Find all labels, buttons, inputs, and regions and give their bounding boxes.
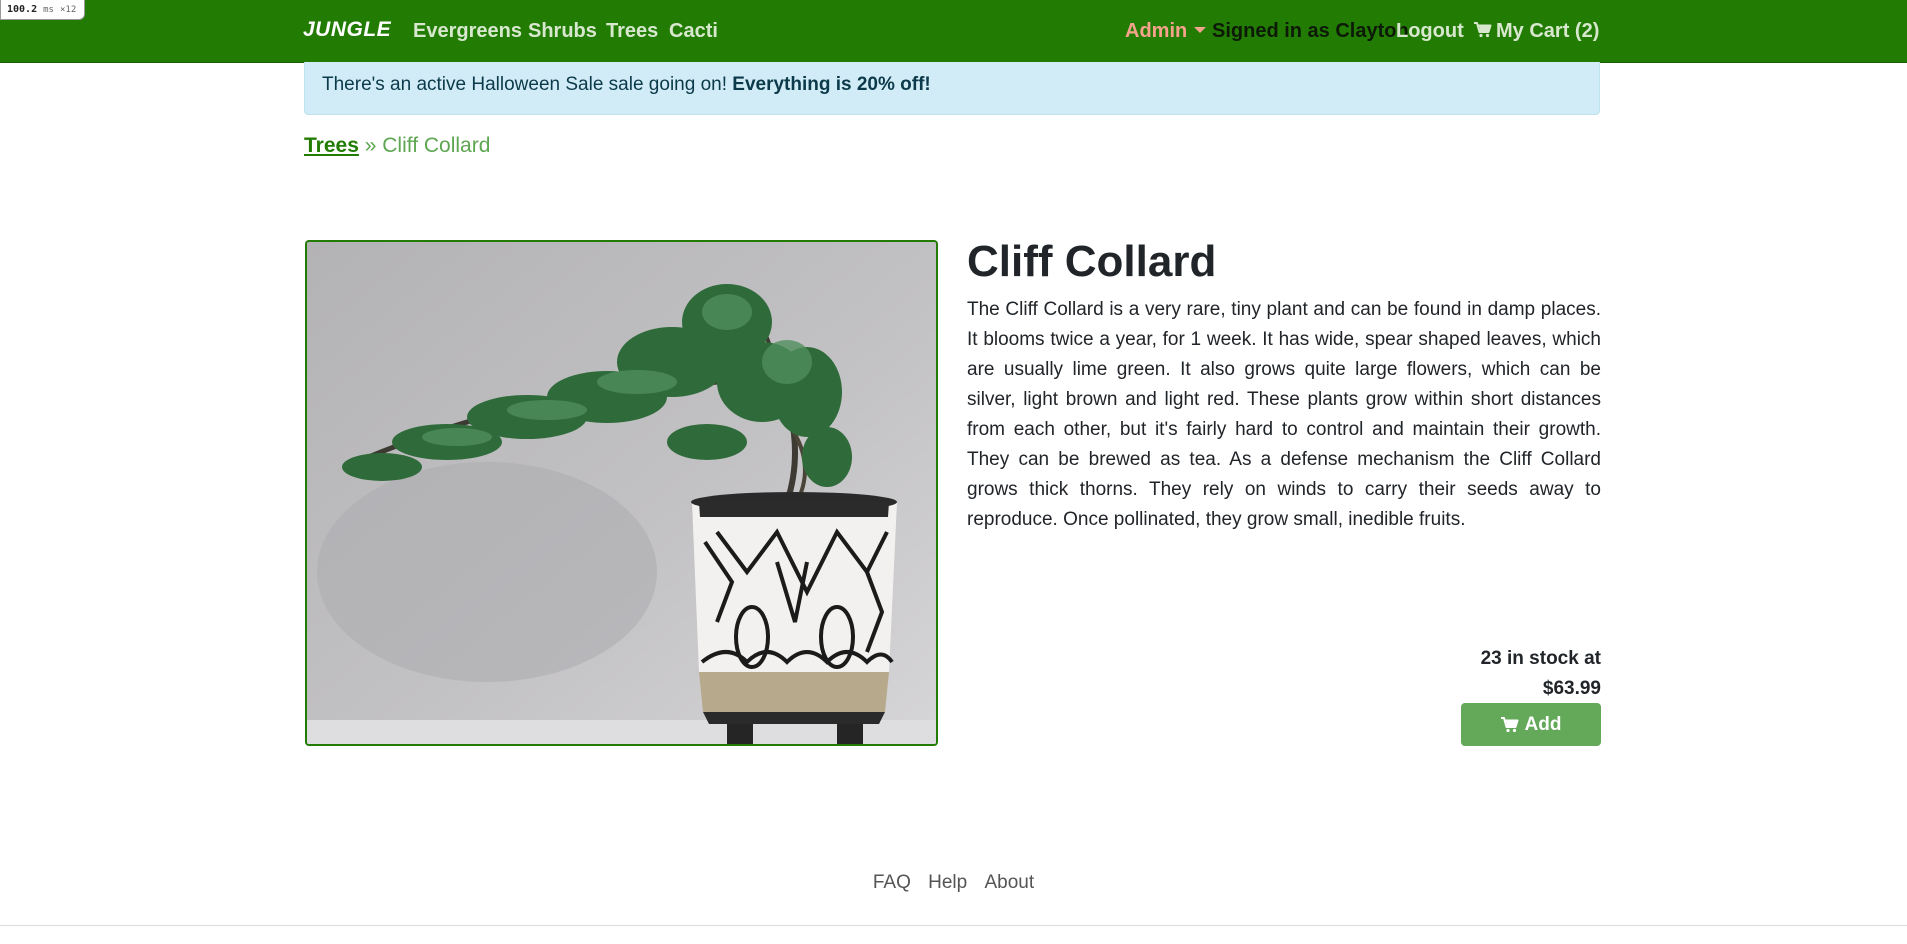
signed-in-label: Signed in as Clayton [1212, 20, 1409, 42]
alert-highlight: Everything is 20% off! [732, 74, 931, 95]
nav-link-trees[interactable]: Trees [606, 20, 658, 43]
shopping-cart-icon [1474, 21, 1492, 37]
alert-text: There's an active Halloween Sale sale go… [322, 74, 733, 95]
alert-message: There's an active Halloween Sale sale go… [322, 74, 931, 96]
breadcrumb-current: Cliff Collard [382, 134, 491, 157]
bonsai-plant-illustration [307, 242, 936, 744]
footer-divider [0, 925, 1907, 926]
cart-label: My Cart (2) [1496, 20, 1600, 42]
breadcrumb-separator: » [364, 134, 377, 157]
breadcrumb: Trees » Cliff Collard [304, 134, 490, 158]
add-to-cart-button[interactable]: Add [1461, 703, 1601, 746]
perf-value: 100.2 [7, 4, 38, 15]
sale-alert: There's an active Halloween Sale sale go… [304, 62, 1600, 115]
navbar: JUNGLE Evergreens Shrubs Trees Cacti Adm… [0, 0, 1907, 63]
nav-link-shrubs[interactable]: Shrubs [528, 20, 597, 43]
caret-down-icon [1194, 26, 1207, 33]
admin-dropdown[interactable]: Admin [1125, 20, 1207, 43]
footer-link-help[interactable]: Help [928, 872, 967, 893]
footer: FAQ Help About [0, 872, 1907, 894]
logout-link[interactable]: Logout [1396, 20, 1464, 43]
nav-link-evergreens[interactable]: Evergreens [413, 20, 522, 43]
footer-link-about[interactable]: About [985, 872, 1035, 893]
admin-label: Admin [1125, 20, 1188, 42]
perf-multiplier: ×12 [60, 5, 77, 15]
breadcrumb-category-link[interactable]: Trees [304, 134, 359, 157]
stock-count: 23 in stock at [1480, 648, 1601, 669]
perf-overlay: 100.2 ms ×12 [0, 0, 86, 20]
brand-logo[interactable]: JUNGLE [303, 18, 391, 42]
product-description: The Cliff Collard is a very rare, tiny p… [967, 299, 1601, 530]
nav-link-cacti[interactable]: Cacti [669, 20, 718, 43]
stock-price-info: 23 in stock at $63.99 [1300, 644, 1601, 704]
shopping-cart-icon [1500, 716, 1519, 732]
add-button-label: Add [1524, 713, 1562, 735]
product-image [305, 240, 938, 746]
product-price: $63.99 [1542, 678, 1601, 699]
footer-link-faq[interactable]: FAQ [873, 872, 911, 893]
product-title: Cliff Collard [967, 237, 1217, 286]
perf-unit: ms [43, 5, 54, 15]
cart-link[interactable]: My Cart (2) [1474, 20, 1599, 43]
